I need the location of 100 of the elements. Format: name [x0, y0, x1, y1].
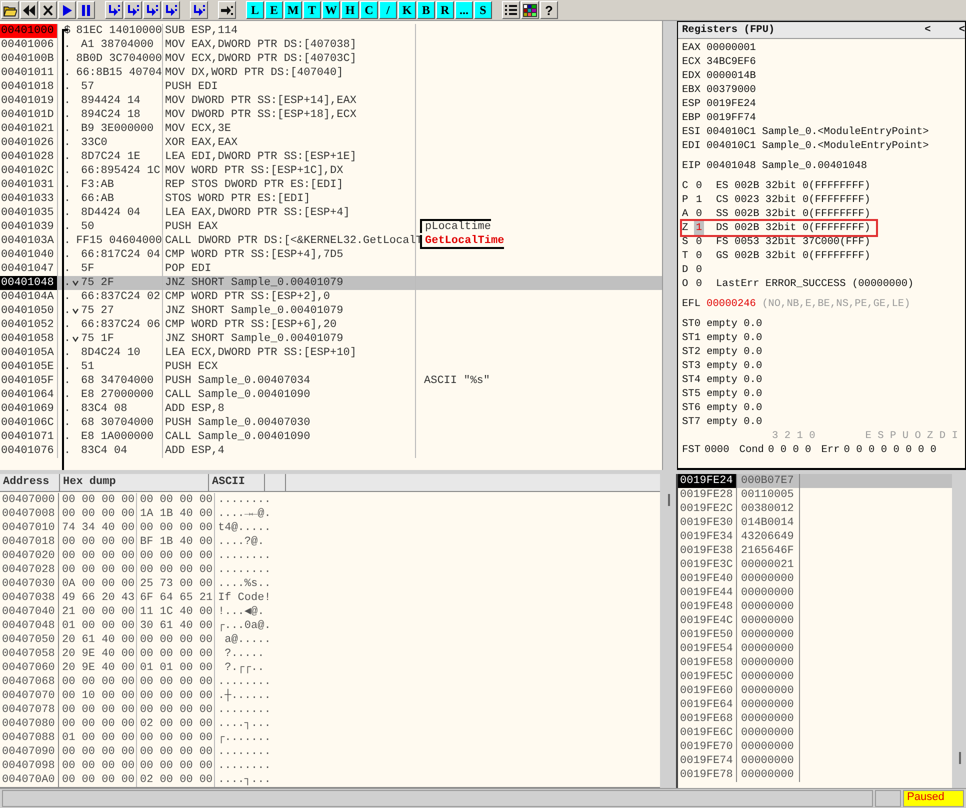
window-button[interactable]: T — [303, 1, 321, 19]
line-marker: . — [64, 234, 71, 248]
address-cell: 00401076 — [0, 444, 58, 458]
register-value[interactable]: 004010C1 — [706, 139, 756, 153]
window-button[interactable]: W — [322, 1, 340, 19]
run-button[interactable] — [58, 1, 76, 19]
bit-names: E S P U O Z D I — [865, 429, 958, 443]
comment-cell: ASCII "%s" — [424, 375, 490, 387]
value-cell: 00110005 — [741, 489, 794, 501]
close-button[interactable] — [39, 1, 57, 19]
scrollbar-thumb[interactable] — [668, 494, 670, 506]
window-button[interactable]: S — [474, 1, 492, 19]
hex-cell: 00 00 00 00 — [62, 760, 135, 772]
hex-cell: 00 00 00 00 — [62, 718, 135, 730]
window-button[interactable]: H — [341, 1, 359, 19]
flag-value[interactable]: 0 — [694, 207, 704, 221]
scrollbar-thumb[interactable] — [959, 752, 961, 764]
segment-info: ES 002B 32bit 0(FFFFFFFF) — [716, 179, 870, 193]
hex-cell: 66:817C24 04 — [81, 248, 160, 262]
window-button[interactable]: B — [417, 1, 435, 19]
hex-cell: 49 66 20 43 — [62, 592, 135, 604]
window-button[interactable]: ... — [455, 1, 473, 19]
instruction-cell: MOV DWORD PTR SS:[ESP+14],EAX — [165, 95, 356, 107]
hex-cell: 00 00 00 00 — [62, 774, 135, 786]
column-header[interactable]: Hex dump — [60, 474, 209, 491]
window-button[interactable]: L — [246, 1, 264, 19]
register-value[interactable]: empty 0.0 — [706, 415, 762, 429]
register-value[interactable]: 00401048 — [706, 159, 756, 173]
err-label: Err — [821, 443, 840, 457]
register-name: ESP — [682, 97, 701, 111]
register-value[interactable]: 004010C1 — [706, 125, 756, 139]
value-cell: 00000000 — [741, 727, 794, 739]
window-button[interactable]: E — [265, 1, 283, 19]
flag-value[interactable]: 0 — [694, 235, 704, 249]
window-button[interactable]: / — [379, 1, 397, 19]
segment-info: SS 002B 32bit 0(FFFFFFFF) — [716, 207, 870, 221]
register-value[interactable]: empty 0.0 — [706, 345, 762, 359]
step-over-button[interactable] — [124, 1, 142, 19]
scroll-arrow[interactable]: < — [924, 22, 931, 38]
value-cell: 00000000 — [741, 671, 794, 683]
address-cell: 0019FE28 — [678, 488, 737, 502]
register-value[interactable]: 0000 — [704, 443, 730, 457]
execute-till-return-button[interactable] — [190, 1, 208, 19]
flag-value[interactable]: 0 — [694, 277, 704, 291]
window-button[interactable]: R — [436, 1, 454, 19]
address-cell: 00407048 — [0, 619, 59, 633]
colors-button[interactable] — [521, 1, 539, 19]
scroll-arrow[interactable]: < — [958, 22, 965, 38]
register-value[interactable]: 0000014B — [706, 69, 756, 83]
trace-over-button[interactable] — [162, 1, 180, 19]
register-name: ECX — [682, 55, 701, 69]
line-marker: . — [64, 332, 72, 346]
register-value[interactable]: 00379000 — [706, 83, 756, 97]
color-grid-icon — [523, 4, 537, 16]
hex-cell: 81EC 14010000 — [76, 24, 162, 38]
hex-cell: 894C24 18 — [81, 108, 140, 122]
register-value[interactable]: empty 0.0 — [706, 359, 762, 373]
register-value[interactable]: empty 0.0 — [706, 373, 762, 387]
window-button[interactable]: C — [360, 1, 378, 19]
window-button[interactable]: K — [398, 1, 416, 19]
line-marker: . — [64, 206, 72, 220]
hex-cell: 0A 00 00 00 — [62, 578, 135, 590]
address-cell: 00407070 — [0, 689, 59, 703]
segment-info: DS 002B 32bit 0(FFFFFFFF) — [716, 221, 870, 235]
register-value[interactable]: 0019FE24 — [706, 97, 756, 111]
trace-into-button[interactable] — [143, 1, 161, 19]
register-value[interactable]: 00000246 — [706, 297, 756, 311]
line-marker: . — [64, 360, 72, 374]
column-header[interactable]: Address — [0, 474, 60, 491]
register-note: Sample_0.<ModuleEntryPoint> — [762, 125, 929, 139]
open-button[interactable] — [1, 1, 19, 19]
register-value[interactable]: empty 0.0 — [706, 317, 762, 331]
pause-button[interactable] — [77, 1, 95, 19]
window-button[interactable]: M — [284, 1, 302, 19]
line-marker: . — [64, 164, 72, 178]
flag-value[interactable]: 0 — [694, 249, 704, 263]
line-marker: . — [64, 80, 72, 94]
register-value[interactable]: 34BC9EF6 — [706, 55, 756, 69]
register-value[interactable]: 0019FF74 — [706, 111, 756, 125]
list-button[interactable] — [502, 1, 520, 19]
address-cell: 00407078 — [0, 703, 59, 717]
flag-value[interactable]: 1 — [694, 193, 704, 207]
hex-cell: 68 34704000 — [81, 374, 154, 388]
go-to-button[interactable] — [218, 1, 236, 19]
flag-value[interactable]: 0 — [694, 179, 704, 193]
hex-cell: 00 00 00 00 — [62, 494, 135, 506]
address-cell: 00407000 — [0, 493, 59, 507]
step-into-button[interactable] — [105, 1, 123, 19]
column-header[interactable]: ASCII — [209, 474, 265, 491]
register-value[interactable]: empty 0.0 — [706, 331, 762, 345]
instruction-cell: PUSH ECX — [165, 361, 218, 373]
register-value[interactable]: empty 0.0 — [706, 401, 762, 415]
register-value[interactable]: 00000001 — [706, 41, 756, 55]
register-value[interactable]: empty 0.0 — [706, 387, 762, 401]
instruction-cell: CALL Sample_0.00401090 — [165, 431, 310, 443]
hex-cell: 1A 1B 40 00 — [140, 508, 213, 520]
help-button[interactable]: ? — [540, 1, 558, 19]
step-arrow-icon — [164, 4, 178, 16]
restart-button[interactable] — [20, 1, 38, 19]
flag-value[interactable]: 0 — [694, 263, 704, 277]
